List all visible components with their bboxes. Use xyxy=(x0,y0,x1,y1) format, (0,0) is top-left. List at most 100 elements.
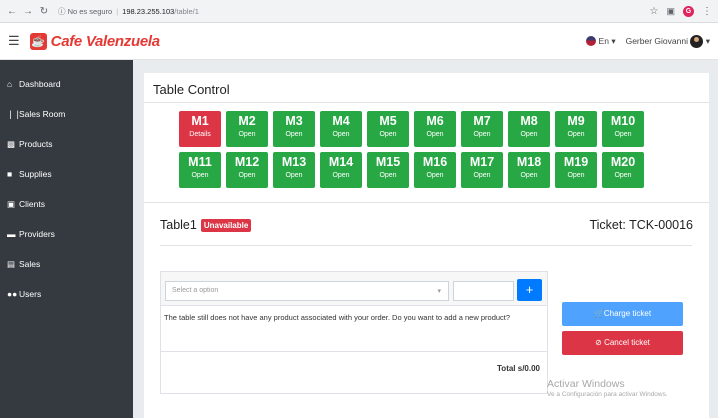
sidebar-item-label: Dashboard xyxy=(19,79,61,89)
table-tile-status: Open xyxy=(238,131,256,138)
extension-icon[interactable]: ▣ xyxy=(666,6,675,17)
star-icon[interactable]: ☆ xyxy=(650,6,659,17)
table-tile-m15[interactable]: M15 Open xyxy=(367,152,409,188)
product-select[interactable]: Select a option ▾ xyxy=(165,281,449,301)
table-tile-name: M13 xyxy=(281,155,307,169)
table-tile-status: Open xyxy=(473,131,491,138)
status-badge: Unavailable xyxy=(200,218,252,232)
sidebar-item-products[interactable]: ▩ Products xyxy=(0,129,133,159)
table-tile-status: Details xyxy=(189,131,211,138)
table-tile-name: M6 xyxy=(426,114,444,128)
table-tile-m1[interactable]: M1 Details xyxy=(179,111,221,147)
sidebar-item-sales-room[interactable]: ❘❘ Sales Room xyxy=(0,99,133,129)
chevron-down-icon: ▾ xyxy=(611,35,616,46)
table-tile-m14[interactable]: M14 Open xyxy=(320,152,362,188)
brand-name: Cafe Valenzuela xyxy=(50,32,160,50)
brand-logo-icon: ☕ xyxy=(29,32,47,50)
table-tile-m20[interactable]: M20 Open xyxy=(602,152,644,188)
sidebar-item-label: Providers xyxy=(19,229,55,239)
sidebar-item-label: Products xyxy=(19,139,53,149)
table-tile-m6[interactable]: M6 Open xyxy=(414,111,456,147)
add-product-row: Select a option ▾ + xyxy=(161,272,547,306)
cancel-ticket-label: Cancel ticket xyxy=(604,338,650,347)
table-tile-name: M12 xyxy=(234,155,260,169)
cancel-ticket-button[interactable]: ⊘ Cancel ticket xyxy=(562,331,683,355)
table-tile-m11[interactable]: M11 Open xyxy=(179,152,221,188)
table-tile-m12[interactable]: M12 Open xyxy=(226,152,268,188)
add-product-button[interactable]: + xyxy=(517,279,542,301)
ban-icon: ⊘ xyxy=(595,338,602,347)
url-separator: | xyxy=(116,6,119,16)
table-tile-name: M14 xyxy=(328,155,354,169)
table-tile-m19[interactable]: M19 Open xyxy=(555,152,597,188)
table-tile-status: Open xyxy=(520,172,538,179)
forward-arrow-icon[interactable]: → xyxy=(22,6,34,17)
table-tile-name: M19 xyxy=(563,155,589,169)
table-tile-m13[interactable]: M13 Open xyxy=(273,152,315,188)
table-tile-m16[interactable]: M16 Open xyxy=(414,152,456,188)
user-menu[interactable]: Gerber Giovanni ▾ xyxy=(625,34,710,48)
sidebar-item-label: Supplies xyxy=(19,169,52,179)
sidebar-item-label: Sales Room xyxy=(19,109,66,119)
security-label: No es seguro xyxy=(67,6,113,16)
language-label: En xyxy=(598,35,609,46)
sidebar-item-supplies[interactable]: ■ Supplies xyxy=(0,159,133,189)
hamburger-menu-icon[interactable]: ☰ xyxy=(8,33,20,49)
table-tile-name: M8 xyxy=(520,114,538,128)
table-tile-status: Open xyxy=(191,172,209,179)
user-name: Gerber Giovanni xyxy=(625,35,688,46)
watermark-title: Activar Windows xyxy=(547,378,625,390)
language-selector[interactable]: En ▾ xyxy=(585,35,616,47)
url-host: 198.23.255.103 xyxy=(122,6,175,16)
table-tile-name: M2 xyxy=(238,114,256,128)
sidebar-item-users[interactable]: ●● Users xyxy=(0,279,133,309)
table-tile-status: Open xyxy=(614,172,632,179)
table-tile-name: M16 xyxy=(422,155,448,169)
watermark-subtitle: Ve a Configuración para activar Windows. xyxy=(547,391,668,398)
table-tile-m18[interactable]: M18 Open xyxy=(508,152,550,188)
table-tile-status: Open xyxy=(520,131,538,138)
order-panel: Select a option ▾ + The table still does… xyxy=(160,271,548,394)
us-flag-icon xyxy=(585,36,596,47)
profile-extension-icon[interactable]: G xyxy=(683,5,694,17)
table-tile-name: M10 xyxy=(610,114,636,128)
charge-ticket-button[interactable]: 🛒Charge ticket xyxy=(562,302,683,326)
page-title: Table Control xyxy=(153,82,230,97)
table-tile-m9[interactable]: M9 Open xyxy=(555,111,597,147)
users-icon: ●● xyxy=(7,289,18,299)
section-divider xyxy=(144,202,709,203)
cart-icon: 🛒 xyxy=(593,309,604,318)
quantity-input[interactable] xyxy=(453,281,514,301)
info-icon: ⓘ xyxy=(58,6,66,16)
table-tile-m4[interactable]: M4 Open xyxy=(320,111,362,147)
menu-kebab-icon[interactable]: ⋮ xyxy=(702,6,712,17)
truck-icon: ▬ xyxy=(7,229,16,239)
table-tile-status: Open xyxy=(379,172,397,179)
table-tile-m10[interactable]: M10 Open xyxy=(602,111,644,147)
sidebar-item-clients[interactable]: ▣ Clients xyxy=(0,189,133,219)
table-tile-m3[interactable]: M3 Open xyxy=(273,111,315,147)
table-tile-m8[interactable]: M8 Open xyxy=(508,111,550,147)
chevron-down-icon: ▾ xyxy=(705,35,710,46)
table-tile-m2[interactable]: M2 Open xyxy=(226,111,268,147)
sidebar-item-sales[interactable]: ▤ Sales xyxy=(0,249,133,279)
home-icon: ⌂ xyxy=(7,79,13,89)
table-tile-name: M17 xyxy=(469,155,495,169)
table-tile-status: Open xyxy=(238,172,256,179)
table-tile-m7[interactable]: M7 Open xyxy=(461,111,503,147)
table-tile-m5[interactable]: M5 Open xyxy=(367,111,409,147)
address-bar[interactable]: ⓘ No es seguro | 198.23.255.103/table/1 xyxy=(58,6,199,17)
total-divider xyxy=(161,351,547,352)
charge-ticket-label: Charge ticket xyxy=(603,309,652,318)
table-tile-status: Open xyxy=(332,131,350,138)
sidebar-item-providers[interactable]: ▬ Providers xyxy=(0,219,133,249)
sidebar-item-dashboard[interactable]: ⌂ Dashboard xyxy=(0,69,133,99)
table-tile-m17[interactable]: M17 Open xyxy=(461,152,503,188)
table-tile-status: Open xyxy=(379,131,397,138)
windows-activation-watermark: Activar Windows Ve a Configuración para … xyxy=(547,378,668,398)
brand[interactable]: ☕ Cafe Valenzuela xyxy=(29,32,160,50)
url-path: /table/1 xyxy=(174,6,199,16)
back-arrow-icon[interactable]: ← xyxy=(6,6,18,17)
table-tile-status: Open xyxy=(473,172,491,179)
reload-icon[interactable]: ↻ xyxy=(38,6,50,17)
